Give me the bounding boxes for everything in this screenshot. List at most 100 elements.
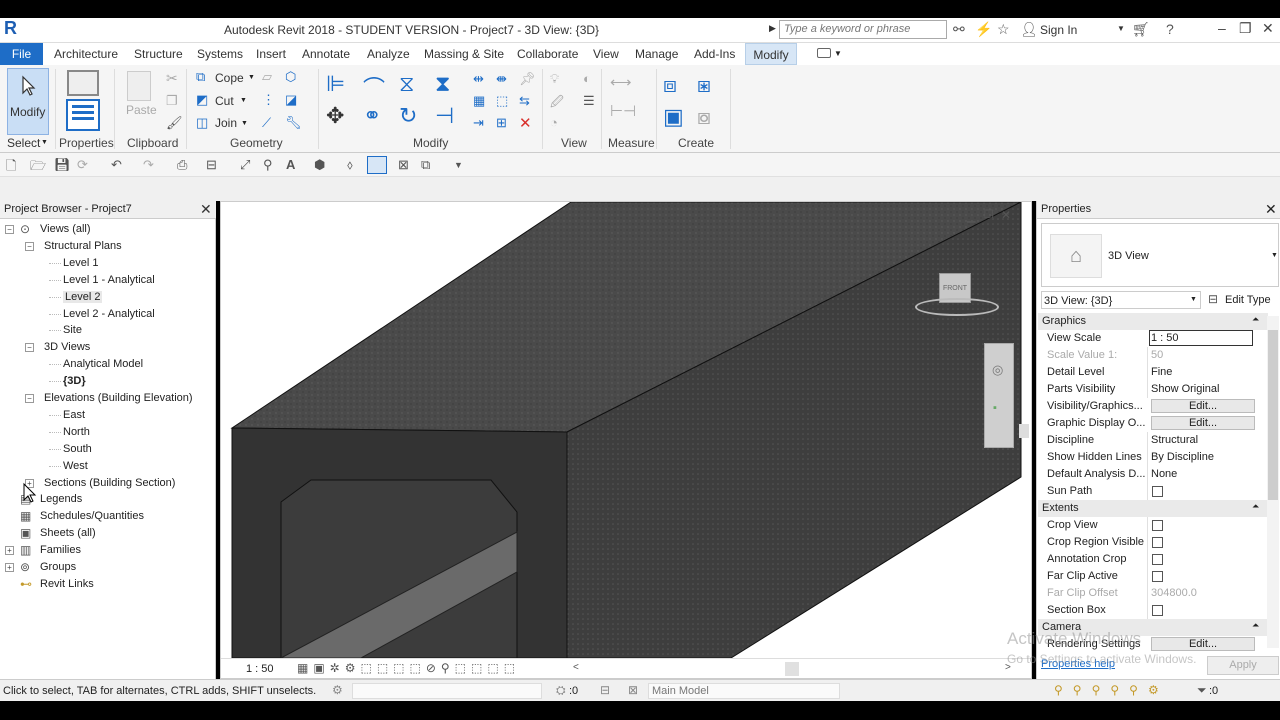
tree-item[interactable]: South xyxy=(0,441,214,458)
move-icon[interactable]: ✥ xyxy=(326,103,344,129)
sync-icon[interactable]: ⟳ xyxy=(77,157,88,173)
redo-icon[interactable]: ↷ xyxy=(143,157,154,173)
properties-label[interactable]: Properties xyxy=(59,136,114,150)
tab-analyze[interactable]: Analyze xyxy=(367,43,410,65)
tab-add-ins[interactable]: Add-Ins xyxy=(694,43,735,65)
join-icon[interactable]: ◫ xyxy=(196,115,208,131)
view-minimize-icon[interactable]: ▁ xyxy=(967,210,975,223)
mirror-axis-icon[interactable]: ⧖ xyxy=(399,71,414,97)
close-hidden-icon[interactable]: ⊠ xyxy=(398,157,409,173)
annotation-crop-checkbox[interactable] xyxy=(1152,554,1163,565)
3d-view-canvas[interactable]: ▁ ❐ ✕ FRONT ◎ ▪ 1 : 50 ▦▣✲⚙⬚⬚⬚⬚⊘⚲⬚⬚⬚⬚ < … xyxy=(220,201,1032,679)
linework-icon[interactable]: ☰ xyxy=(583,93,595,109)
trim-multiple-icon[interactable]: ⇥ xyxy=(473,115,484,131)
restore-icon[interactable]: ❐ xyxy=(1239,20,1252,37)
tree-item[interactable]: Site xyxy=(0,322,214,339)
collapse-icon[interactable]: − xyxy=(5,225,14,234)
switch-windows-icon[interactable]: ⧉ xyxy=(421,157,430,173)
cope-icon[interactable]: ⧉ xyxy=(196,69,205,85)
tree-item[interactable]: Level 1 xyxy=(0,255,214,272)
tree-item[interactable]: ▦ Schedules/Quantities xyxy=(0,508,214,525)
binoculars-icon[interactable]: ⚯ xyxy=(953,21,965,38)
crop-region-checkbox[interactable] xyxy=(1152,537,1163,548)
cart-icon[interactable]: 🛒︎ xyxy=(1132,21,1150,38)
tree-item[interactable]: Level 2 - Analytical xyxy=(0,306,214,323)
tree-item[interactable]: Analytical Model xyxy=(0,356,214,373)
tree-item[interactable]: West xyxy=(0,458,214,475)
navigation-bar[interactable]: ◎ ▪ xyxy=(984,343,1014,448)
chevron-down-icon[interactable]: ▼ xyxy=(1117,24,1125,33)
editable-only-icon[interactable]: ⛭ xyxy=(556,683,566,698)
chevron-down-icon[interactable]: ▼ xyxy=(241,120,248,127)
undo-icon[interactable]: ↶ xyxy=(111,157,122,173)
geometry-tool-icon[interactable]: ⋮ xyxy=(262,92,275,108)
prop-discipline[interactable]: Discipline Structural xyxy=(1042,432,1280,449)
split-icon[interactable]: ⇹ xyxy=(473,71,484,87)
section-graphics[interactable]: Graphics ⏶ xyxy=(1038,313,1268,330)
panel-toggle-icon[interactable] xyxy=(817,48,831,58)
tab-massing-site[interactable]: Massing & Site xyxy=(424,43,504,65)
tab-file[interactable]: File xyxy=(0,43,43,65)
prop-hidden-lines[interactable]: Show Hidden Lines By Discipline xyxy=(1042,449,1280,466)
chevron-down-icon[interactable]: ▼ xyxy=(834,49,842,58)
cope-button[interactable]: Cope xyxy=(215,71,244,85)
prop-view-scale[interactable]: View Scale 1 : 50 xyxy=(1042,330,1280,347)
create-part-icon[interactable]: ⧈ xyxy=(663,72,677,98)
view-control-icons[interactable]: ▦▣✲⚙⬚⬚⬚⬚⊘⚲⬚⬚⬚⬚ xyxy=(297,661,520,675)
design-options-icon-2[interactable]: ⊠ xyxy=(628,683,638,697)
pin-icon[interactable]: 📌︎ xyxy=(519,71,536,87)
print-icon[interactable]: ⎙ xyxy=(177,157,187,173)
tab-annotate[interactable]: Annotate xyxy=(302,43,350,65)
subscription-icon[interactable]: ⚡ xyxy=(975,21,992,38)
chevron-down-icon[interactable]: ▼ xyxy=(41,139,48,146)
select-dropdown[interactable]: Select xyxy=(7,136,40,150)
rotate-icon[interactable]: ↻ xyxy=(399,103,417,129)
filter-icon[interactable]: ⏷ xyxy=(1197,683,1207,698)
design-option-dropdown[interactable]: Main Model xyxy=(648,683,840,699)
tab-insert[interactable]: Insert xyxy=(256,43,286,65)
revit-logo-icon[interactable]: R xyxy=(4,18,22,40)
tree-item[interactable]: ⊷ Revit Links xyxy=(0,576,214,593)
thin-lines-icon[interactable] xyxy=(367,156,387,174)
worksets-icon[interactable]: ⚙ xyxy=(332,683,343,697)
tree-item[interactable]: Level 2 xyxy=(0,289,214,306)
match-properties-icon[interactable]: 🖌︎ xyxy=(166,115,183,131)
scrollbar-thumb[interactable] xyxy=(1019,424,1029,438)
tab-collaborate[interactable]: Collaborate xyxy=(517,43,578,65)
scroll-left-icon[interactable]: < xyxy=(573,662,579,673)
close-icon[interactable]: ✕ xyxy=(1262,20,1274,37)
properties-icon-a[interactable] xyxy=(67,70,99,96)
crop-view-checkbox[interactable] xyxy=(1152,520,1163,531)
paste-button[interactable]: Paste xyxy=(126,103,157,117)
view-restore-icon[interactable]: ❐ xyxy=(984,208,994,221)
geometry-tool-icon[interactable]: ▱ xyxy=(262,69,272,85)
section-icon[interactable]: ⬨ xyxy=(347,157,353,173)
tree-item[interactable]: − Structural Plans xyxy=(0,238,214,255)
workset-dropdown[interactable] xyxy=(352,683,542,699)
scale-icon[interactable]: ⬚ xyxy=(496,93,508,109)
tree-item[interactable]: North xyxy=(0,424,214,441)
align-icon[interactable]: ⊫ xyxy=(326,71,345,97)
section-box-checkbox[interactable] xyxy=(1152,605,1163,616)
aligned-dimension-icon[interactable]: ⤢ xyxy=(240,157,250,173)
sun-path-checkbox[interactable] xyxy=(1152,486,1163,497)
chevron-down-icon[interactable]: ▼ xyxy=(248,74,255,81)
split-gap-icon[interactable]: ⇼ xyxy=(496,71,507,87)
properties-scrollbar[interactable] xyxy=(1267,316,1279,648)
chevron-down-icon[interactable]: ▼ xyxy=(1190,296,1197,303)
override-icon[interactable]: ◐ xyxy=(583,71,591,86)
array-icon[interactable]: ▦ xyxy=(473,93,485,109)
search-input[interactable]: Type a keyword or phrase xyxy=(779,20,947,39)
unpin-icon[interactable]: ⇆ xyxy=(519,93,530,109)
offset-icon[interactable]: ⌒ xyxy=(363,71,385,103)
copy-icon[interactable]: ❐ xyxy=(166,93,178,109)
collapse-icon[interactable]: − xyxy=(25,394,34,403)
close-icon[interactable]: ✕ xyxy=(200,201,212,218)
minimize-icon[interactable]: – xyxy=(1218,20,1226,36)
measure-small-icon[interactable]: ⊟ xyxy=(206,157,217,173)
geometry-tool-icon[interactable]: ⟋ xyxy=(262,115,271,131)
steering-wheel-icon[interactable]: ◎ xyxy=(992,362,1003,378)
collapse-icon[interactable]: ⏶ xyxy=(1252,314,1259,325)
create-assembly-icon[interactable]: ▣ xyxy=(663,104,684,130)
text-icon[interactable]: A xyxy=(286,157,295,172)
